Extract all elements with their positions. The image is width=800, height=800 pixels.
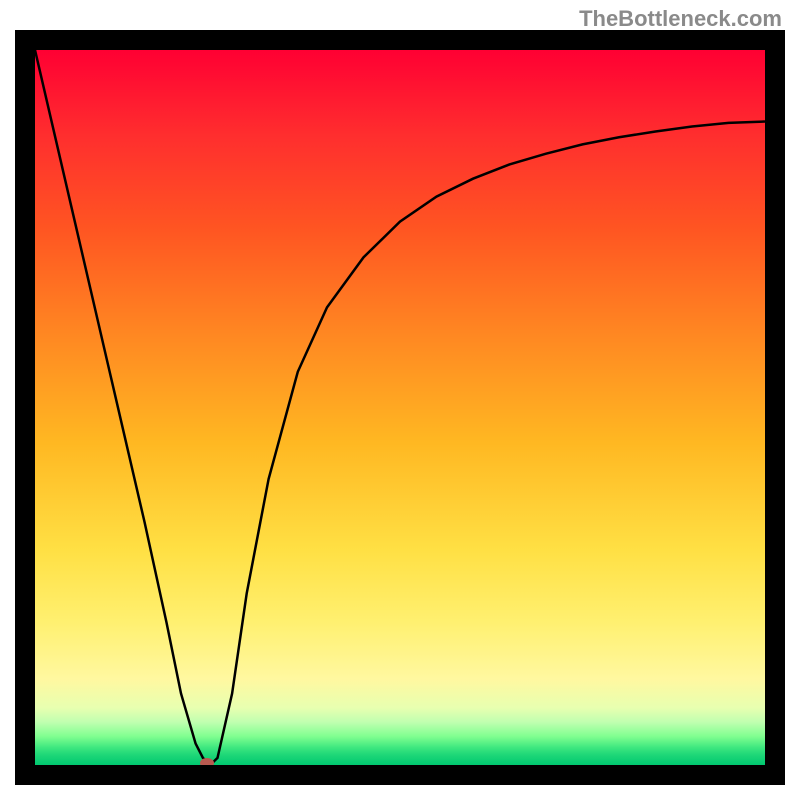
- watermark-text: TheBottleneck.com: [579, 6, 782, 32]
- plot-frame: [15, 30, 785, 785]
- curve-svg: [35, 50, 765, 765]
- chart-container: TheBottleneck.com: [0, 0, 800, 800]
- optimum-marker: [200, 758, 214, 765]
- plot-area: [35, 50, 765, 765]
- bottleneck-curve: [35, 50, 765, 765]
